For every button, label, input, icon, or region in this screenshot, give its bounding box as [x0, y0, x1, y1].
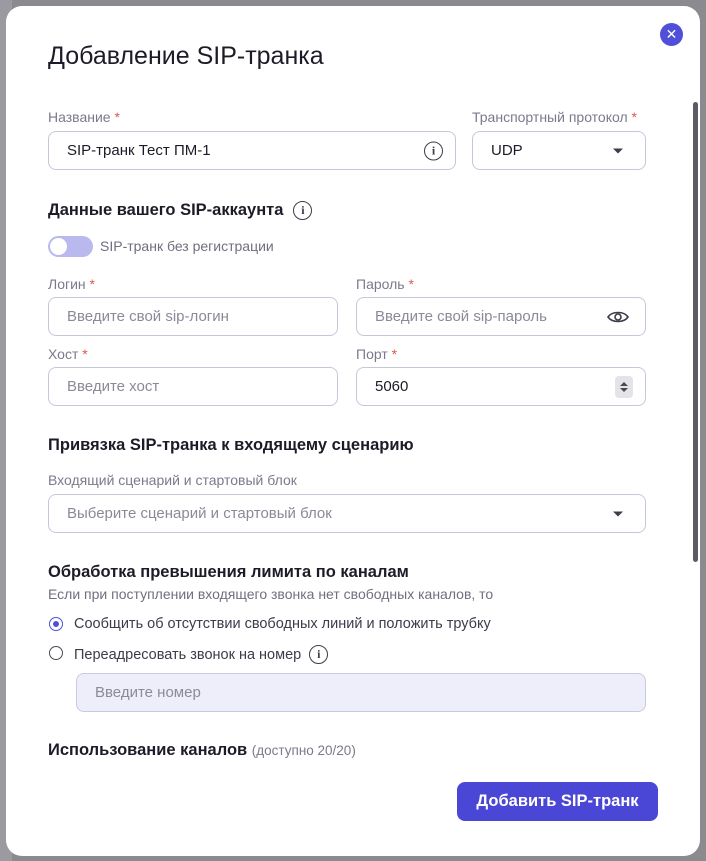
transport-label: Транспортный протокол * — [472, 109, 637, 125]
password-input[interactable]: Введите свой sip-пароль — [356, 297, 646, 336]
name-value: SIP-транк Тест ПМ-1 — [67, 142, 211, 159]
scenario-label: Входящий сценарий и стартовый блок — [48, 472, 297, 488]
scenario-select[interactable]: Выберите сценарий и стартовый блок — [48, 494, 646, 533]
scrollbar[interactable] — [693, 102, 698, 562]
radio-redirect[interactable] — [49, 646, 63, 660]
name-input[interactable]: SIP-транк Тест ПМ-1 i — [48, 131, 456, 170]
host-input[interactable]: Введите хост — [48, 367, 338, 406]
eye-icon[interactable] — [607, 310, 629, 324]
add-sip-trunk-dialog: ✕ Добавление SIP-транка Название * SIP-т… — [6, 6, 700, 856]
port-stepper[interactable] — [615, 375, 633, 398]
overflow-section-title: Обработка превышения лимита по каналам — [48, 563, 409, 581]
info-icon[interactable]: i — [309, 645, 329, 664]
toggle-label: SIP-транк без регистрации — [100, 238, 274, 254]
channels-section-title: Использование каналов (доступно 20/20) — [48, 741, 356, 759]
host-placeholder: Введите хост — [67, 378, 160, 395]
port-label: Порт * — [356, 346, 398, 362]
transport-value: UDP — [491, 142, 523, 159]
redirect-number-input[interactable]: Введите номер — [76, 673, 646, 712]
login-input[interactable]: Введите свой sip-логин — [48, 297, 338, 336]
login-placeholder: Введите свой sip-логин — [67, 308, 229, 325]
info-icon[interactable]: i — [424, 141, 443, 160]
chevron-down-icon — [613, 511, 623, 516]
no-registration-toggle[interactable] — [48, 236, 93, 257]
name-label: Название * — [48, 109, 120, 125]
port-input[interactable]: 5060 — [356, 367, 646, 406]
binding-section-title: Привязка SIP-транка к входящему сценарию — [48, 436, 414, 454]
radio-redirect-label[interactable]: Переадресовать звонок на номер i — [74, 645, 329, 664]
close-icon: ✕ — [665, 26, 678, 42]
chevron-down-icon — [613, 148, 623, 153]
redirect-number-placeholder: Введите номер — [95, 684, 201, 701]
add-sip-trunk-button[interactable]: Добавить SIP-транк — [457, 782, 658, 821]
overflow-description: Если при поступлении входящего звонка не… — [48, 586, 494, 602]
password-placeholder: Введите свой sip-пароль — [375, 308, 547, 325]
login-label: Логин * — [48, 276, 95, 292]
close-button[interactable]: ✕ — [660, 23, 683, 46]
host-label: Хост * — [48, 346, 88, 362]
account-section-title: Данные вашего SIP-аккаунта i — [48, 201, 313, 220]
scenario-placeholder: Выберите сценарий и стартовый блок — [67, 505, 332, 522]
port-value: 5060 — [375, 378, 409, 395]
password-label: Пароль * — [356, 276, 414, 292]
radio-hangup[interactable] — [49, 617, 63, 631]
radio-hangup-label[interactable]: Сообщить об отсутствии свободных линий и… — [74, 616, 491, 632]
channels-availability: (доступно 20/20) — [251, 743, 356, 758]
toggle-knob — [50, 238, 67, 255]
transport-select[interactable]: UDP — [472, 131, 646, 170]
info-icon[interactable]: i — [293, 201, 313, 220]
dialog-title: Добавление SIP-транка — [48, 42, 324, 70]
